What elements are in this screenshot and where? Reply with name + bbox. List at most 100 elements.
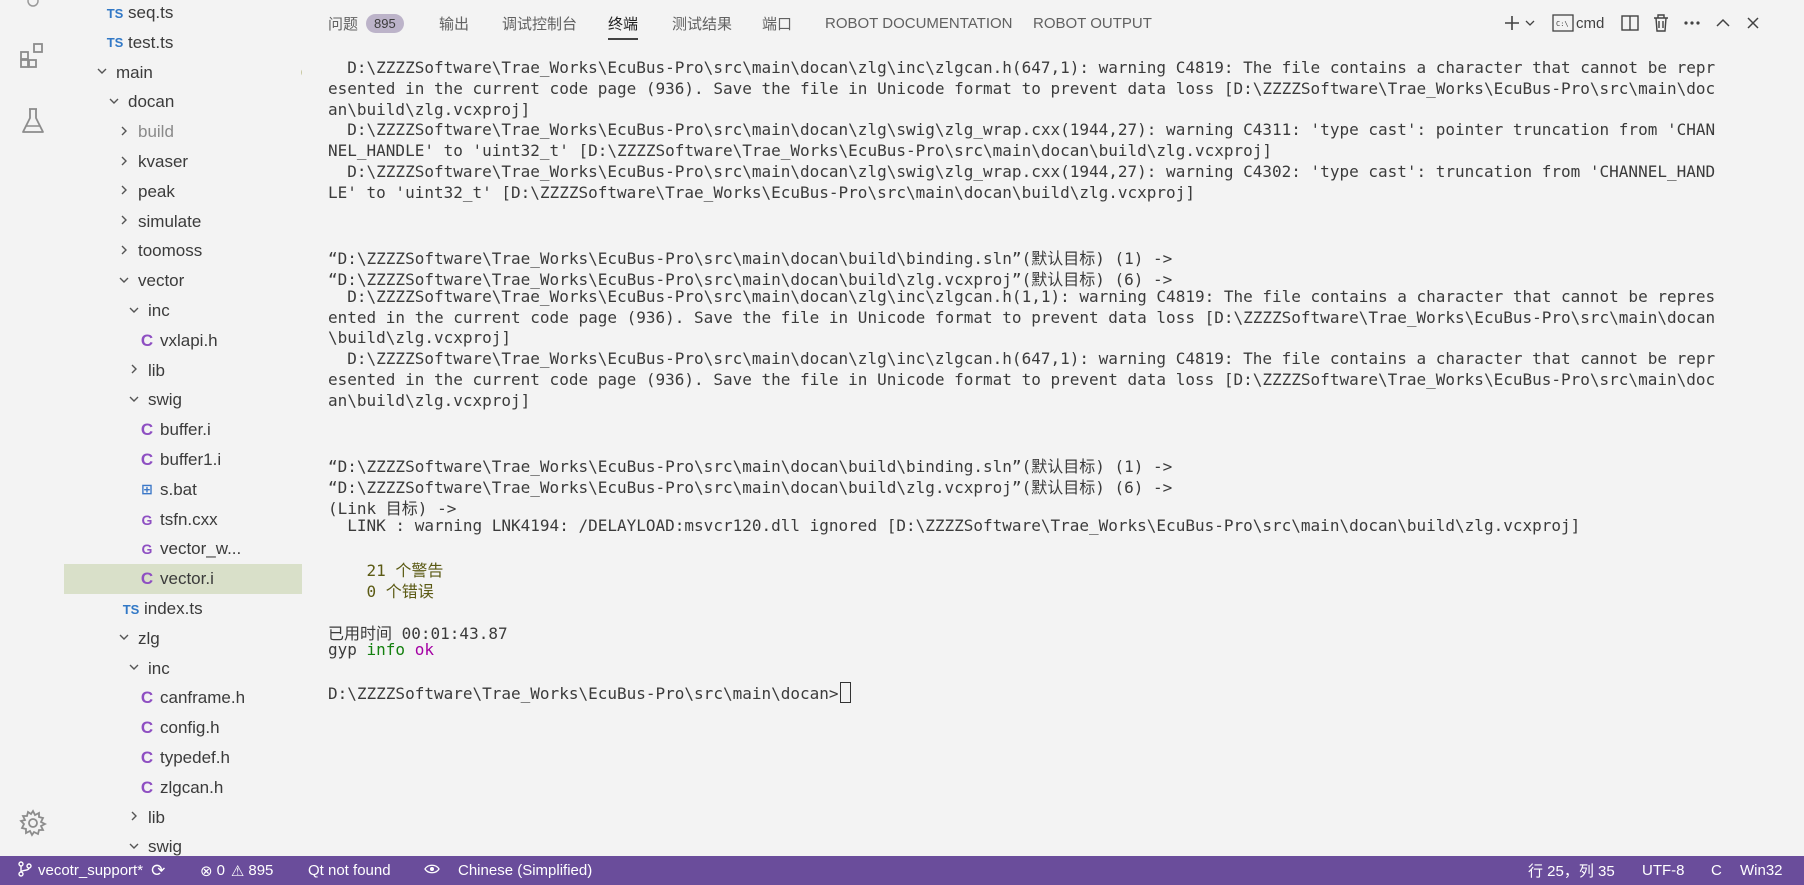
encoding-status[interactable]: UTF-8 xyxy=(1642,856,1685,885)
svg-text:C:\: C:\ xyxy=(1556,20,1569,28)
panel-tab-label: 调试控制台 xyxy=(502,15,578,33)
tree-item[interactable]: Cconfig.h xyxy=(64,713,302,743)
chevron-down-icon[interactable] xyxy=(116,274,132,289)
chevron-down-icon[interactable] xyxy=(106,95,122,110)
panel-tab[interactable]: 输出 xyxy=(439,0,469,46)
tree-item-label: toomoss xyxy=(138,241,203,261)
branch-status[interactable]: vecotr_support* ⟳ xyxy=(18,856,165,885)
tree-item-label: peak xyxy=(138,181,175,201)
tree-item[interactable]: inc xyxy=(64,654,302,684)
chevron-down-icon[interactable] xyxy=(126,840,142,855)
tree-item[interactable]: inc xyxy=(64,296,302,326)
tree-item-label: zlg xyxy=(138,628,160,648)
tree-item[interactable]: Cvxlapi.h xyxy=(64,326,302,356)
close-panel-icon[interactable] xyxy=(1744,10,1762,36)
terminal-line: LINK : warning LNK4194: /DELAYLOAD:msvcr… xyxy=(328,516,1798,537)
panel-tab[interactable]: ROBOT DOCUMENTATION xyxy=(825,0,1013,46)
tree-item[interactable]: kvaser xyxy=(64,147,302,177)
tree-item[interactable]: simulate xyxy=(64,207,302,237)
tree-item[interactable]: Ccanframe.h xyxy=(64,683,302,713)
chevron-right-icon[interactable] xyxy=(116,184,132,199)
split-terminal-icon[interactable] xyxy=(1620,10,1640,36)
panel-tab[interactable]: 终端 xyxy=(608,0,639,46)
panel-tab-label: ROBOT DOCUMENTATION xyxy=(825,14,1013,32)
language-status[interactable]: Chinese (Simplified) xyxy=(424,856,592,885)
tree-item[interactable]: toomoss xyxy=(64,236,302,266)
tree-item[interactable]: Cbuffer.i xyxy=(64,415,302,445)
tree-item[interactable]: Cbuffer1.i xyxy=(64,445,302,475)
chevron-down-icon[interactable] xyxy=(126,661,142,676)
c-file-icon: C xyxy=(140,420,154,440)
cursor-position[interactable]: 行 25，列 35 xyxy=(1528,856,1615,885)
tree-item[interactable]: lib xyxy=(64,356,302,386)
panel-tab[interactable]: 端口 xyxy=(762,0,792,46)
terminal-cursor xyxy=(839,682,851,703)
chevron-down-icon[interactable] xyxy=(116,631,132,646)
chevron-right-icon[interactable] xyxy=(116,244,132,259)
panel-tab[interactable]: 调试控制台 xyxy=(502,0,577,46)
tree-item[interactable]: TSindex.ts9+ xyxy=(64,594,302,624)
sync-icon[interactable]: ⟳ xyxy=(151,861,165,881)
terminal-line: NEL_HANDLE' to 'uint32_t' [D:\ZZZZSoftwa… xyxy=(328,141,1798,162)
terminal-view[interactable]: D:\ZZZZSoftware\Trae_Works\EcuBus-Pro\sr… xyxy=(302,46,1804,856)
tree-item[interactable]: Gvector_w...M xyxy=(64,534,302,564)
kill-terminal-trash-icon[interactable] xyxy=(1652,10,1670,36)
tree-item[interactable]: main xyxy=(64,58,302,88)
tree-item[interactable]: TS seq.ts xyxy=(64,0,302,28)
tree-item[interactable]: Czlgcan.h xyxy=(64,773,302,803)
panel-tab[interactable]: 测试结果 xyxy=(672,0,732,46)
chevron-right-icon[interactable] xyxy=(126,810,142,825)
tree-item-label: swig xyxy=(148,837,183,856)
tree-item[interactable]: Gtsfn.cxx xyxy=(64,505,302,535)
tree-item[interactable]: swig xyxy=(64,385,302,415)
panel-tab-bar: 问题 895 输出 调试控制台 终端 测试结果 端口 ROBOT DOCUMENTATION R… xyxy=(302,0,1804,46)
extensions-icon[interactable] xyxy=(16,38,50,72)
panel-tab[interactable]: 问题 895 xyxy=(328,0,404,46)
terminal-dropdown-chevron-icon[interactable] xyxy=(1524,10,1536,36)
c-file-icon: C xyxy=(140,569,154,589)
tree-item-label: buffer1.i xyxy=(160,450,222,469)
chevron-down-icon[interactable] xyxy=(94,65,110,80)
testing-flask-icon[interactable] xyxy=(16,104,50,138)
settings-gear-icon-top[interactable] xyxy=(16,0,50,18)
terminal-name-label[interactable]: cmd xyxy=(1576,10,1604,36)
tree-item[interactable]: docan xyxy=(64,87,302,117)
more-actions-ellipsis-icon[interactable] xyxy=(1682,10,1702,36)
ts-file-icon: TS xyxy=(122,601,140,617)
terminal-line: LE' to 'uint32_t' [D:\ZZZZSoftware\Trae_… xyxy=(328,183,1798,204)
platform-status[interactable]: Win32 xyxy=(1740,856,1783,885)
terminal-line: D:\ZZZZSoftware\Trae_Works\EcuBus-Pro\sr… xyxy=(328,162,1798,183)
tree-item[interactable]: TS test.ts xyxy=(64,28,302,58)
new-terminal-plus-icon[interactable] xyxy=(1502,10,1522,36)
tree-item[interactable]: ⊞ s.bat xyxy=(64,475,302,505)
chevron-down-icon[interactable] xyxy=(126,393,142,408)
language-mode[interactable]: C xyxy=(1711,856,1722,885)
tree-item[interactable]: Ctypedef.h xyxy=(64,743,302,773)
terminal-line-text: D:\ZZZZSoftware\Trae_Works\EcuBus-Pro\sr… xyxy=(328,349,1716,369)
chevron-right-icon[interactable] xyxy=(116,125,132,140)
chevron-right-icon[interactable] xyxy=(116,214,132,229)
chevron-right-icon[interactable] xyxy=(116,155,132,170)
problems-status[interactable]: ⊗ 0 ⚠ 895 xyxy=(200,856,273,885)
chevron-down-icon[interactable] xyxy=(126,304,142,319)
tree-item[interactable]: vector xyxy=(64,266,302,296)
tree-item-label: inc xyxy=(148,658,170,678)
tree-item[interactable]: build xyxy=(64,117,302,147)
tree-item[interactable]: zlg xyxy=(64,624,302,654)
terminal-profile-icon[interactable]: C:\ xyxy=(1552,10,1574,36)
tree-item[interactable]: Cvector.i xyxy=(64,564,302,595)
tree-item[interactable]: lib xyxy=(64,803,302,833)
tree-item-label: canframe.h xyxy=(160,688,246,708)
qt-status[interactable]: Qt not found xyxy=(308,856,391,885)
manage-gear-icon[interactable] xyxy=(16,806,50,840)
tree-item-label: docan xyxy=(128,92,175,112)
c-header-icon: C xyxy=(140,330,154,350)
maximize-panel-chevron-up-icon[interactable] xyxy=(1714,10,1732,36)
panel-tab[interactable]: ROBOT OUTPUT xyxy=(1033,0,1152,46)
tree-item[interactable]: swig xyxy=(64,832,302,856)
windows-bat-icon: ⊞ xyxy=(141,481,153,498)
gyp-prefix: gyp xyxy=(328,640,367,660)
chevron-right-icon[interactable] xyxy=(126,363,142,378)
tree-item[interactable]: peak xyxy=(64,177,302,207)
